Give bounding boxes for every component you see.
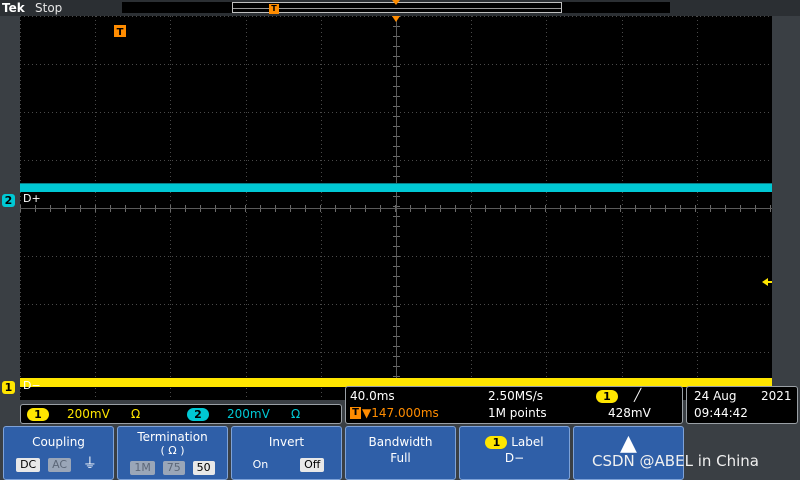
label-channel-badge: 1 [485, 436, 508, 449]
ch1-termination-icon: Ω [131, 407, 141, 421]
record-center-arrow-icon [392, 0, 400, 5]
termination-button[interactable]: Termination ( Ω ) 1M 75 50 [117, 426, 228, 480]
termination-75-option[interactable]: 75 [162, 461, 185, 475]
label-button[interactable]: 1 Label D− [459, 426, 570, 480]
label-value: D− [504, 451, 525, 465]
trigger-delay-marker: T [350, 407, 361, 419]
date-year: 2021 [761, 389, 792, 403]
timebase-panel[interactable]: 40.0ms 2.50MS/s 1 ╱ T ▼147.000ms 1M poin… [345, 386, 683, 424]
termination-1m-option[interactable]: 1M [130, 461, 155, 475]
coupling-button[interactable]: Coupling DC AC ⏚ [3, 426, 114, 480]
graticule: T [20, 16, 772, 400]
ch1-scale: 200mV [67, 407, 110, 421]
coupling-dc-option[interactable]: DC [16, 458, 41, 472]
waveform-display[interactable]: T [20, 16, 772, 400]
acquisition-status: Stop [35, 1, 63, 15]
trigger-slope-icon: ╱ [634, 388, 642, 402]
ch2-scale: 200mV [227, 407, 270, 421]
bandwidth-title: Bandwidth [368, 435, 433, 449]
label-title: Label [511, 435, 544, 449]
termination-subtitle: ( Ω ) [160, 444, 185, 457]
brand-logo: Tek [2, 1, 25, 15]
bandwidth-button[interactable]: Bandwidth Full [345, 426, 456, 480]
sample-rate: 2.50MS/s [488, 389, 543, 403]
watermark-text: CSDN @ABEL in China [592, 452, 759, 470]
coupling-ac-option[interactable]: AC [48, 458, 72, 472]
invert-title: Invert [268, 435, 305, 449]
trigger-source-badge: 1 [596, 390, 618, 403]
ch1-badge: 1 [27, 408, 49, 421]
trigger-marker-text: T [117, 27, 124, 38]
ch2-ground-marker[interactable]: 2 [2, 194, 15, 207]
date-day: 24 Aug [694, 389, 737, 403]
date-time-panel: 24 Aug 2021 09:44:42 [686, 386, 798, 424]
status-bar: Tek Stop T [0, 0, 800, 16]
record-trigger-marker: T [269, 4, 279, 14]
trigger-level: 428mV [608, 406, 651, 420]
invert-on-option[interactable]: On [249, 458, 273, 472]
ch2-label: D+ [23, 192, 41, 205]
channel-scale-panel[interactable]: 1 200mV Ω 2 200mV Ω [20, 404, 342, 424]
time-per-division: 40.0ms [350, 389, 395, 403]
ch2-termination-icon: Ω [291, 407, 301, 421]
coupling-title: Coupling [32, 435, 85, 449]
ch2-trace-noise [20, 183, 772, 184]
coupling-ground-icon[interactable]: ⏚ [79, 457, 101, 471]
ch2-trace [20, 184, 772, 192]
clock-time: 09:44:42 [694, 406, 748, 420]
trigger-delay: ▼147.000ms [362, 406, 439, 420]
record-length: 1M points [488, 406, 547, 420]
ch2-badge: 2 [187, 408, 209, 421]
termination-title: Termination [137, 430, 208, 444]
termination-50-option[interactable]: 50 [192, 461, 215, 475]
invert-button[interactable]: Invert On Off [231, 426, 342, 480]
bandwidth-value: Full [390, 451, 411, 465]
invert-off-option[interactable]: Off [300, 458, 325, 472]
